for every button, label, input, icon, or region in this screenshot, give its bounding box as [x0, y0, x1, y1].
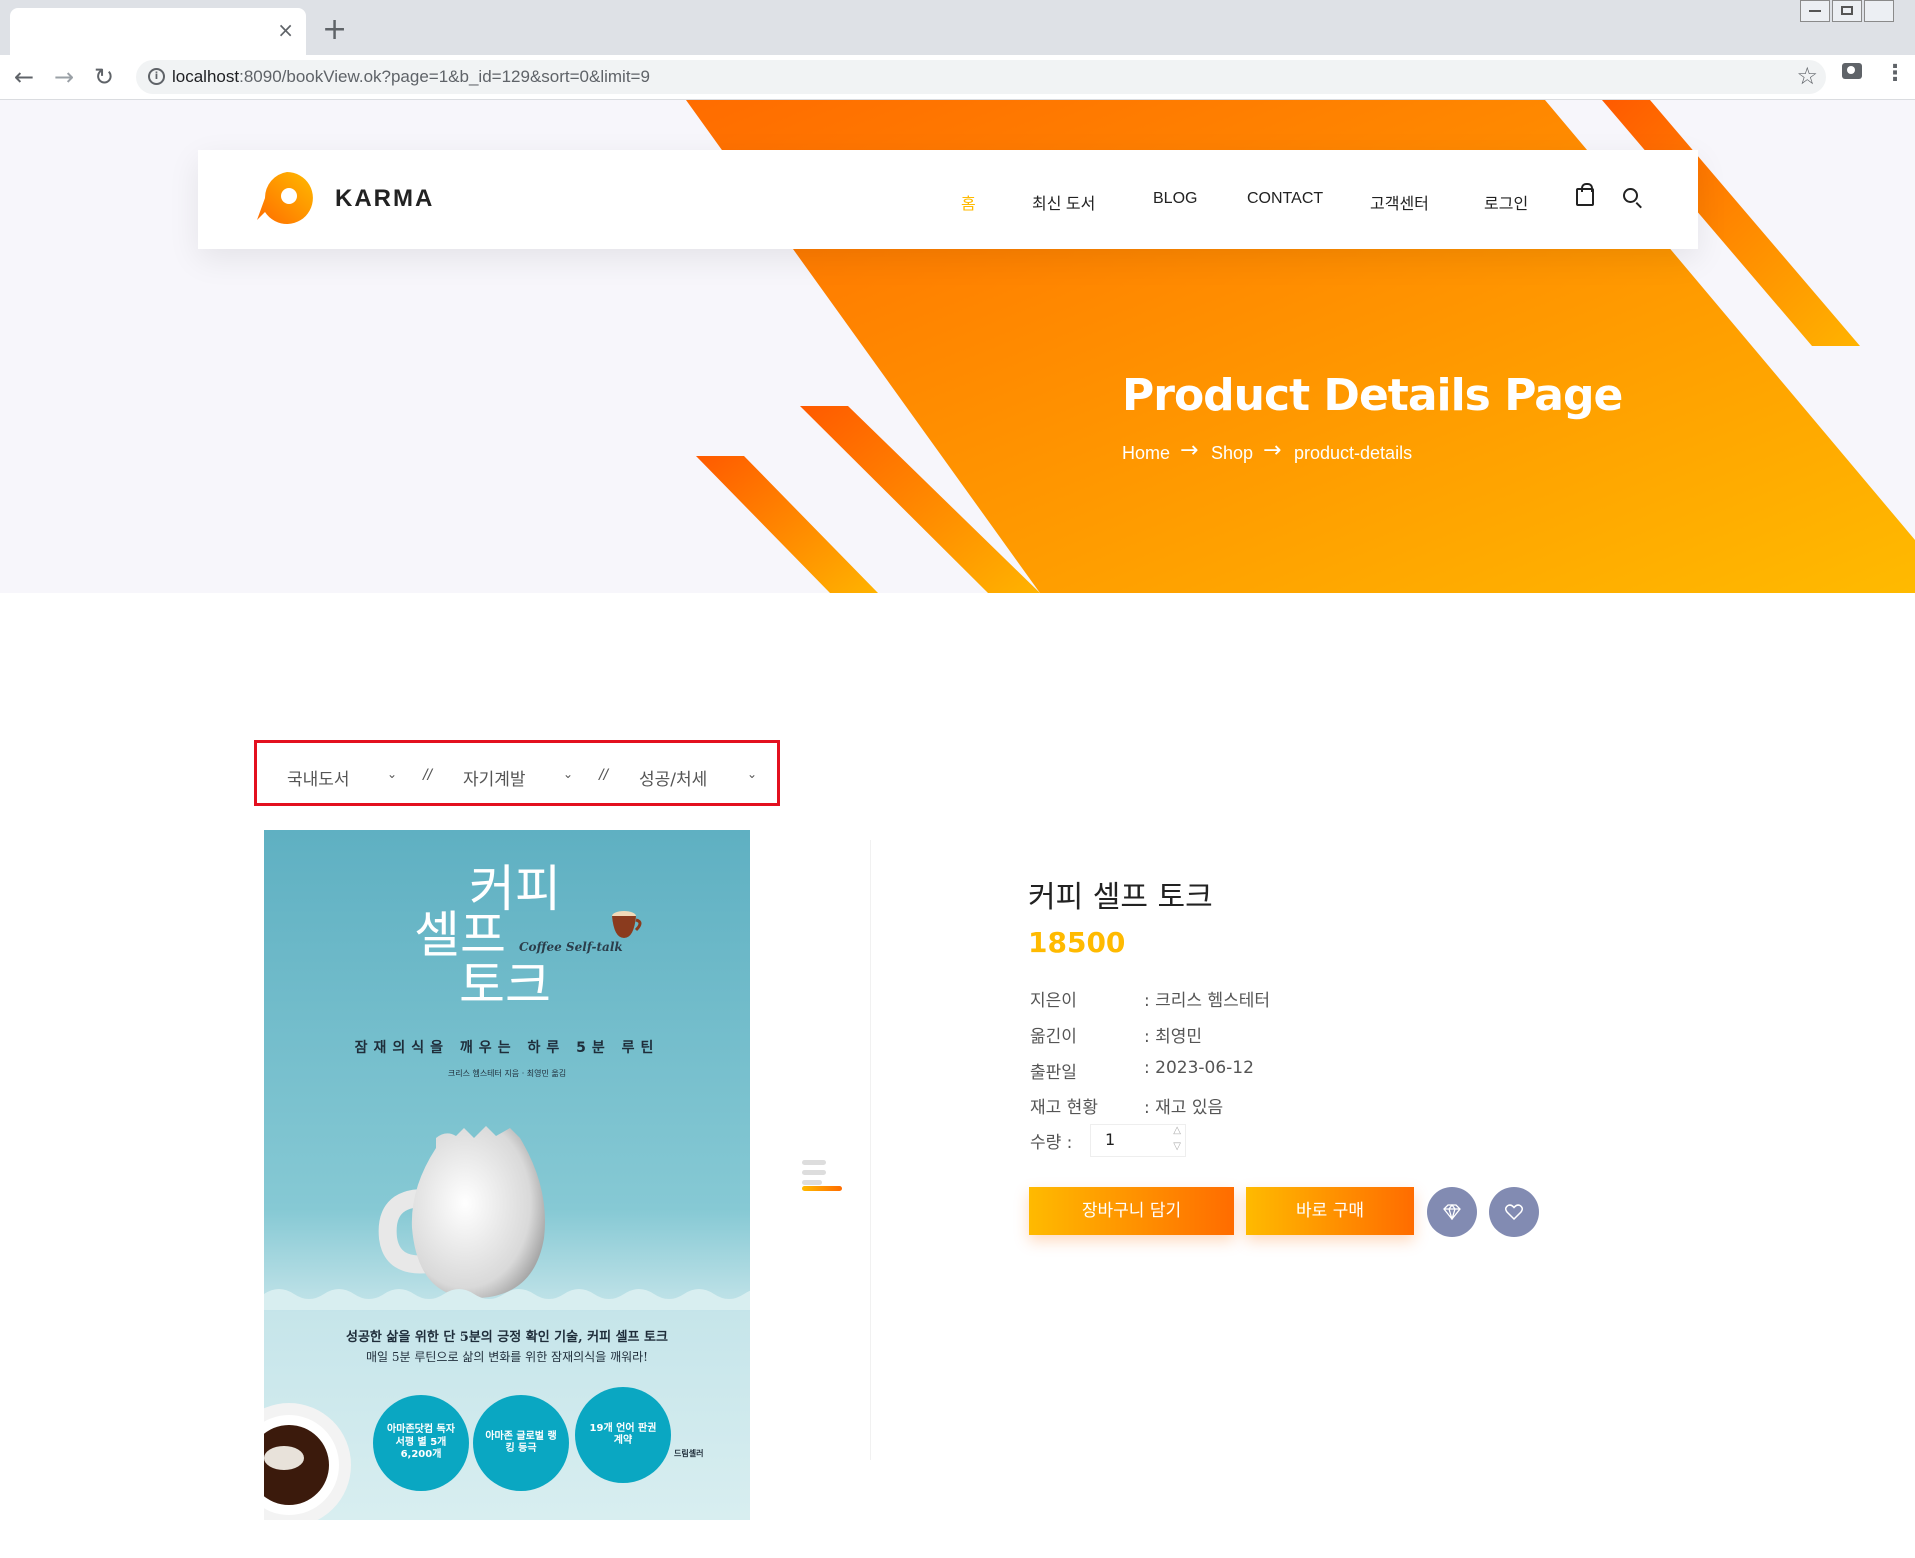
category-select-2[interactable]: 자기계발: [463, 765, 526, 790]
browser-tab-bar: × +: [0, 0, 1915, 55]
carousel-divider: [870, 840, 871, 1460]
site-header: KARMA 홈 최신 도서 BLOG CONTACT 고객센터 로그인: [198, 150, 1698, 249]
cover-tagline-2: 매일 5분 루틴으로 삶의 변화를 위한 잠재의식을 깨워라!: [365, 1350, 649, 1364]
page-title: Product Details Page: [1122, 370, 1623, 421]
carousel-nav-icon[interactable]: [802, 1160, 842, 1192]
cover-wave-divider: [264, 1289, 750, 1310]
category-separator: //: [599, 767, 608, 784]
nav-login[interactable]: 로그인: [1484, 190, 1528, 214]
product-name: 커피 셀프 토크: [1028, 880, 1213, 915]
camera-icon[interactable]: [1842, 63, 1862, 79]
detail-value-author: : 크리스 헴스테터: [1144, 991, 1271, 1011]
chevron-down-icon[interactable]: ⌄: [747, 767, 757, 781]
cover-subtitle: 잠재의식을 깨우는 하루 5분 루틴: [354, 1040, 660, 1056]
chevron-down-icon[interactable]: ⌄: [387, 767, 397, 781]
nav-new-books[interactable]: 최신 도서: [1032, 190, 1095, 214]
breadcrumb-shop[interactable]: Shop: [1211, 443, 1253, 464]
detail-value-translator: : 최영민: [1144, 1027, 1203, 1047]
nav-blog[interactable]: BLOG: [1153, 190, 1197, 208]
category-separator: //: [423, 767, 432, 784]
diamond-button[interactable]: [1427, 1187, 1477, 1237]
cover-publisher: 드림셀러: [674, 1449, 704, 1458]
diamond-icon: [1443, 1204, 1461, 1220]
brand-name[interactable]: KARMA: [335, 185, 434, 213]
detail-value-stock: : 재고 있음: [1144, 1098, 1224, 1118]
book-cover-image: 커피 셀프 토크 Coffee Self-talk 잠재의식을 깨우는 하루 5…: [264, 830, 750, 1520]
cover-badge-reviews: 아마존닷컴 독자서평 별 5개 6,200개: [376, 1398, 466, 1488]
nav-customer-center[interactable]: 고객센터: [1370, 190, 1429, 214]
cover-title-line-3: 토크: [459, 956, 551, 1014]
buy-now-button[interactable]: 바로 구매: [1246, 1187, 1414, 1235]
detail-label-stock: 재고 현황: [1030, 1098, 1098, 1118]
close-window-button[interactable]: [1864, 0, 1894, 22]
back-button[interactable]: ←: [14, 63, 34, 91]
detail-label-author: 지은이: [1030, 991, 1077, 1011]
quantity-value[interactable]: 1: [1105, 1130, 1115, 1149]
info-icon[interactable]: i: [148, 68, 165, 85]
nav-home[interactable]: 홈: [961, 190, 976, 214]
cover-badge-ranking: 아마존 글로벌 랭킹 등극: [476, 1398, 566, 1488]
search-icon[interactable]: [1623, 188, 1638, 203]
reload-button[interactable]: ↻: [94, 63, 114, 91]
maximize-button[interactable]: [1832, 0, 1862, 22]
cover-tagline-1: 성공한 삶을 위한 단 5분의 긍정 확인 기술, 커피 셀프 토크: [346, 1330, 668, 1345]
quantity-stepper[interactable]: 1 △ ▽: [1090, 1124, 1186, 1157]
coffee-cup-top-illustration: [264, 1403, 351, 1520]
nav-contact[interactable]: CONTACT: [1247, 190, 1323, 208]
url-path: :8090/bookView.ok?page=1&b_id=129&sort=0…: [239, 67, 650, 86]
breadcrumb-arrow-icon: →: [1263, 438, 1282, 463]
cover-badge-languages: 19개 언어 판권 계약: [578, 1390, 668, 1480]
url-text[interactable]: localhost:8090/bookView.ok?page=1&b_id=1…: [172, 67, 650, 87]
category-select-3[interactable]: 성공/처세: [639, 765, 707, 790]
new-tab-button[interactable]: +: [322, 12, 347, 47]
quantity-down-icon[interactable]: ▽: [1173, 1141, 1181, 1152]
cover-authors: 크리스 헴스테터 지음 · 최영민 옮김: [447, 1069, 567, 1078]
breadcrumb-home[interactable]: Home: [1122, 443, 1170, 464]
bag-icon[interactable]: [1576, 183, 1594, 206]
address-bar[interactable]: i localhost:8090/bookView.ok?page=1&b_id…: [136, 60, 1826, 94]
karma-logo-icon[interactable]: [253, 168, 317, 232]
browser-toolbar: ← → ↻ i localhost:8090/bookView.ok?page=…: [0, 55, 1915, 100]
category-select-1[interactable]: 국내도서: [287, 765, 350, 790]
cover-title-line-2: 셀프: [414, 906, 506, 964]
product-price: 18500: [1028, 926, 1126, 959]
url-host: localhost: [172, 67, 240, 86]
minimize-button[interactable]: [1800, 0, 1830, 22]
detail-value-publish-date: : 2023-06-12: [1144, 1058, 1254, 1078]
heart-icon: [1505, 1204, 1523, 1220]
detail-label-translator: 옮긴이: [1030, 1027, 1077, 1047]
category-selector: 국내도서 ⌄ // 자기계발 ⌄ // 성공/처세 ⌄: [254, 740, 780, 806]
quantity-up-icon[interactable]: △: [1173, 1125, 1181, 1136]
breadcrumb-arrow-icon: →: [1180, 438, 1199, 463]
egg-cup-illustration: [378, 1126, 545, 1298]
add-to-cart-button[interactable]: 장바구니 담기: [1029, 1187, 1234, 1235]
wishlist-button[interactable]: [1489, 1187, 1539, 1237]
forward-button[interactable]: →: [54, 63, 74, 91]
tab-close-icon[interactable]: ×: [277, 18, 294, 42]
menu-dots-icon[interactable]: ⋮: [1884, 61, 1906, 86]
quantity-label: 수량 :: [1030, 1133, 1073, 1153]
browser-tab[interactable]: ×: [10, 8, 306, 55]
breadcrumb-product-details[interactable]: product-details: [1294, 443, 1412, 464]
detail-label-publish-date: 출판일: [1030, 1063, 1077, 1083]
cover-english-title: Coffee Self-talk: [519, 940, 623, 954]
coffee-cup-icon: [612, 911, 642, 938]
chevron-down-icon[interactable]: ⌄: [563, 767, 573, 781]
star-icon[interactable]: ☆: [1796, 62, 1818, 90]
banner-shape-stripe-2: [696, 456, 878, 593]
